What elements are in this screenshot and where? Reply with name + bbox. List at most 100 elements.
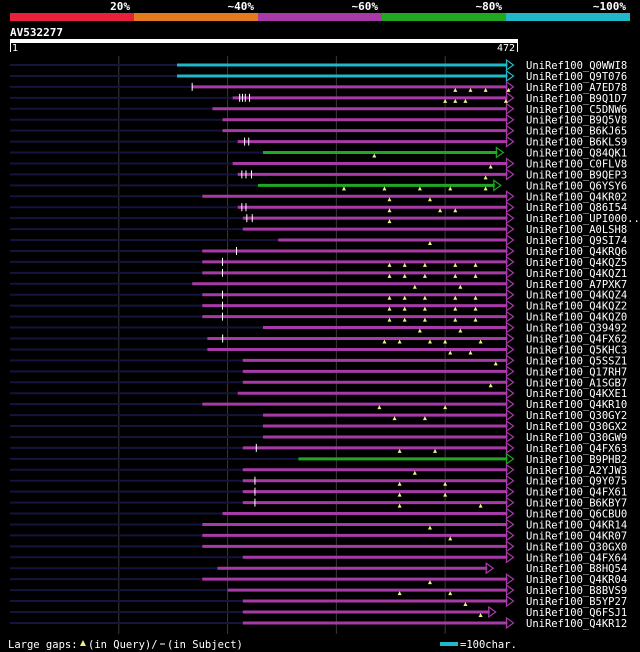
footer-in-subject-label: (in Subject) xyxy=(167,639,243,651)
query-gap-marker xyxy=(402,262,407,267)
query-gap-marker xyxy=(463,602,468,607)
query-gap-marker xyxy=(473,295,478,300)
identity-legend-segment xyxy=(134,13,258,21)
query-gap-marker xyxy=(412,470,417,475)
query-gap-marker xyxy=(478,613,483,617)
query-gap-marker xyxy=(493,361,498,366)
hit-end-arrow xyxy=(505,211,515,225)
query-gap-marker xyxy=(458,284,463,289)
hit-end-arrow xyxy=(505,58,515,72)
query-gap-marker xyxy=(377,405,382,410)
query-gap-marker xyxy=(382,186,387,191)
query-gap-marker xyxy=(453,208,458,213)
hit-end-arrow xyxy=(505,474,515,487)
hit-end-arrow xyxy=(485,562,495,575)
identity-legend-label: ~60% xyxy=(352,0,379,13)
identity-legend-label: 20% xyxy=(110,0,130,13)
query-gap-marker xyxy=(488,383,493,388)
query-gap-marker xyxy=(488,164,493,169)
query-gap-marker xyxy=(397,591,402,596)
query-gap-marker xyxy=(387,262,392,267)
query-gap-marker xyxy=(387,197,392,202)
hit-end-arrow xyxy=(505,201,515,214)
query-gap-marker xyxy=(427,339,432,344)
query-gap-marker xyxy=(448,536,453,541)
scale-bar xyxy=(440,642,458,646)
query-gap-marker xyxy=(402,295,407,300)
hit-end-arrow xyxy=(505,507,515,520)
hit-end-arrow xyxy=(505,376,515,389)
hit-end-arrow xyxy=(505,594,515,608)
hit-end-arrow xyxy=(505,496,515,509)
query-gap-marker xyxy=(443,492,448,497)
hit-end-arrow xyxy=(505,408,515,422)
footer-in-query-label: (in Query)/ xyxy=(88,639,158,651)
query-gap-marker xyxy=(453,317,458,322)
hit-end-arrow xyxy=(505,463,515,476)
hit-end-arrow xyxy=(488,605,497,619)
hit-end-arrow xyxy=(505,354,515,367)
query-gap-marker xyxy=(402,273,407,278)
query-gap-marker xyxy=(387,273,392,278)
hit-end-arrow xyxy=(505,529,515,542)
hit-name-label: UniRef100_Q4KR12 xyxy=(526,618,627,630)
identity-legend-label: ~80% xyxy=(476,0,503,13)
query-gap-marker xyxy=(417,186,422,191)
query-gap-marker xyxy=(417,328,422,333)
query-gap-marker xyxy=(422,306,427,311)
hit-end-arrow xyxy=(495,146,505,159)
query-gap-marker xyxy=(397,481,402,486)
hit-end-arrow xyxy=(505,124,515,137)
query-gap-marker xyxy=(473,262,478,267)
query-gap-marker xyxy=(427,525,432,530)
query-gap-marker xyxy=(433,448,438,453)
query-gap-marker xyxy=(427,580,432,585)
hit-end-arrow xyxy=(505,135,515,148)
query-gap-marker xyxy=(392,416,397,421)
query-gap-marker xyxy=(473,317,478,322)
hit-end-arrow xyxy=(505,157,515,170)
scale-label: =100char. xyxy=(460,639,517,651)
hit-end-arrow xyxy=(505,573,515,586)
query-gap-marker xyxy=(422,262,427,267)
query-gap-marker xyxy=(387,208,392,213)
identity-legend-segment xyxy=(10,13,134,21)
identity-legend-label: ~100% xyxy=(593,0,626,13)
query-gap-marker xyxy=(448,186,453,191)
hit-end-arrow xyxy=(505,397,515,411)
query-gap-marker xyxy=(412,284,417,289)
hit-end-arrow xyxy=(505,222,515,236)
query-start-label: 1 xyxy=(12,43,18,54)
query-gap-marker xyxy=(387,295,392,300)
query-gap-marker xyxy=(422,317,427,322)
query-gap-marker xyxy=(453,273,458,278)
query-gap-marker xyxy=(503,98,508,103)
hit-end-arrow xyxy=(505,583,515,597)
hit-end-arrow xyxy=(505,266,515,280)
hit-end-arrow xyxy=(505,332,515,345)
query-gap-marker xyxy=(458,328,463,333)
query-gap-marker xyxy=(453,87,458,92)
hit-end-arrow xyxy=(505,452,515,466)
query-gap-marker xyxy=(483,186,488,191)
hit-end-arrow xyxy=(505,387,515,400)
query-gap-marker xyxy=(427,241,432,246)
query-gap-marker xyxy=(453,98,458,103)
hit-end-arrow xyxy=(505,518,515,531)
identity-legend-label: ~40% xyxy=(228,0,255,13)
query-gap-marker xyxy=(448,350,453,355)
hit-end-arrow xyxy=(505,343,515,356)
hit-end-arrow xyxy=(505,168,515,181)
query-end-label: 472 xyxy=(497,43,515,54)
query-gap-marker xyxy=(382,339,387,344)
identity-legend-segment xyxy=(506,13,630,21)
query-gap-marker xyxy=(422,416,427,421)
query-gap-marker xyxy=(387,306,392,311)
footer-gaps-label: Large gaps: xyxy=(8,639,78,651)
query-gap-marker xyxy=(483,87,488,92)
query-gap-marker xyxy=(483,175,488,180)
query-gap-marker xyxy=(397,503,402,508)
query-gap-marker xyxy=(453,295,458,300)
identity-legend-segment xyxy=(258,13,382,21)
query-gap-marker xyxy=(473,306,478,311)
